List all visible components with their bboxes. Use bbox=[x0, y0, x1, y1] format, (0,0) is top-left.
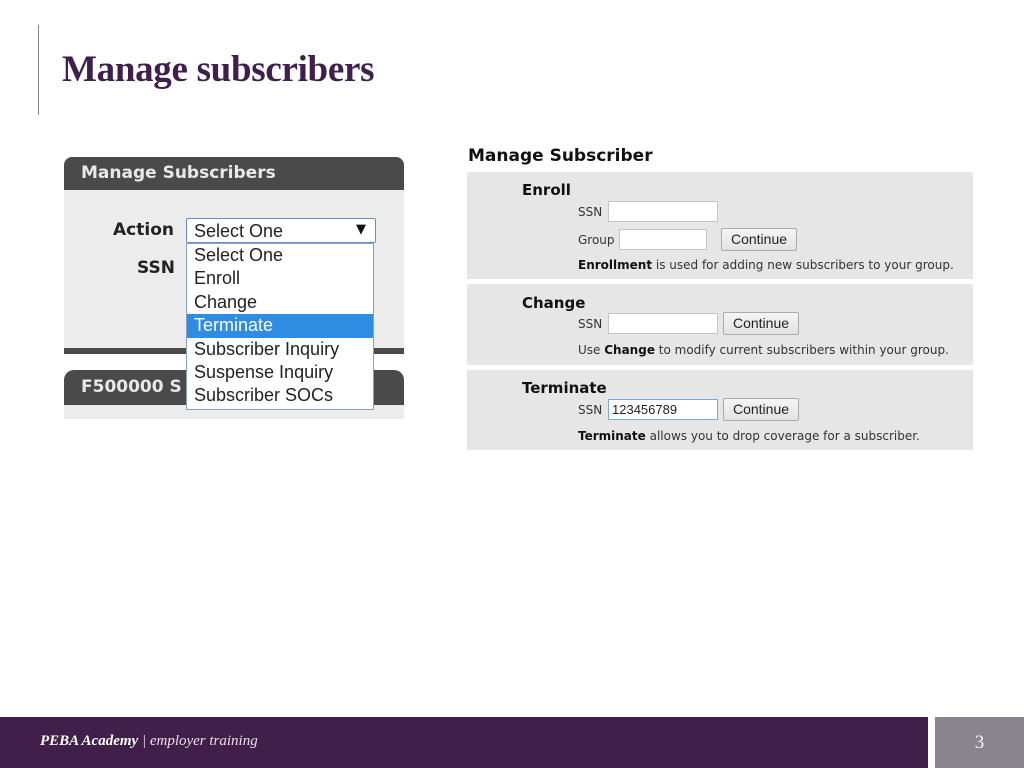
page-number-box: 3 bbox=[935, 717, 1024, 768]
page-number: 3 bbox=[974, 732, 985, 753]
terminate-desc-text: allows you to drop coverage for a subscr… bbox=[645, 429, 920, 443]
terminate-section: Terminate SSN 123456789 Continue Termina… bbox=[467, 370, 973, 450]
change-continue-button[interactable]: Continue bbox=[723, 312, 799, 335]
change-heading: Change bbox=[522, 294, 586, 312]
footer-tagline: employer training bbox=[149, 733, 258, 749]
option-terminate[interactable]: Terminate bbox=[187, 314, 373, 338]
option-subscriber-inquiry[interactable]: Subscriber Inquiry bbox=[187, 338, 373, 361]
terminate-ssn-input[interactable]: 123456789 bbox=[608, 399, 718, 420]
enroll-group-label: Group bbox=[578, 233, 615, 247]
slide-title: Manage subscribers bbox=[62, 49, 375, 90]
slide-footer: PEBA Academy | employer training bbox=[0, 717, 928, 768]
footer-branding: PEBA Academy | employer training bbox=[40, 733, 258, 750]
manage-subscriber-title: Manage Subscriber bbox=[468, 146, 653, 166]
terminate-description: Terminate allows you to drop coverage fo… bbox=[578, 429, 920, 443]
terminate-ssn-label: SSN bbox=[578, 403, 603, 417]
manage-subscribers-panel: Manage Subscribers F500000 S Action SSN … bbox=[64, 157, 404, 419]
change-ssn-label: SSN bbox=[578, 317, 603, 331]
footer-separator: | bbox=[138, 733, 150, 749]
second-panel-title: F500000 S bbox=[81, 377, 182, 397]
action-select[interactable]: Select One ▼ bbox=[186, 218, 376, 243]
ssn-label: SSN bbox=[137, 258, 175, 278]
action-select-value: Select One bbox=[194, 221, 284, 241]
change-section: Change SSN Continue Use Change to modify… bbox=[467, 284, 973, 365]
enroll-description: Enrollment is used for adding new subscr… bbox=[578, 258, 954, 272]
terminate-desc-bold: Terminate bbox=[578, 429, 646, 443]
panel-header-title: Manage Subscribers bbox=[81, 163, 276, 183]
enroll-ssn-label: SSN bbox=[578, 205, 603, 219]
action-label: Action bbox=[113, 220, 174, 240]
action-dropdown-list: Select One Enroll Change Terminate Subsc… bbox=[186, 243, 374, 410]
footer-brand: PEBA Academy bbox=[40, 733, 139, 749]
change-description: Use Change to modify current subscribers… bbox=[578, 343, 949, 357]
option-change[interactable]: Change bbox=[187, 291, 373, 314]
change-desc-text: to modify current subscribers within you… bbox=[654, 343, 949, 357]
change-ssn-input[interactable] bbox=[608, 313, 718, 334]
enroll-section: Enroll SSN Group Continue Enrollment is … bbox=[467, 172, 973, 279]
enroll-heading: Enroll bbox=[522, 181, 571, 199]
enroll-continue-button[interactable]: Continue bbox=[721, 228, 797, 251]
terminate-heading: Terminate bbox=[522, 379, 607, 397]
enroll-group-input[interactable] bbox=[619, 229, 707, 250]
enroll-desc-text: is used for adding new subscribers to yo… bbox=[652, 258, 954, 272]
title-divider bbox=[38, 25, 39, 115]
option-enroll[interactable]: Enroll bbox=[187, 267, 373, 290]
dropdown-arrow-icon[interactable]: ▼ bbox=[356, 222, 366, 237]
panel-header: Manage Subscribers bbox=[64, 157, 404, 190]
option-subscriber-socs[interactable]: Subscriber SOCs bbox=[187, 384, 373, 407]
terminate-continue-button[interactable]: Continue bbox=[723, 398, 799, 421]
option-select-one[interactable]: Select One bbox=[187, 244, 373, 267]
enroll-ssn-input[interactable] bbox=[608, 201, 718, 222]
option-suspense-inquiry[interactable]: Suspense Inquiry bbox=[187, 361, 373, 384]
change-desc-bold: Change bbox=[604, 343, 655, 357]
enroll-desc-bold: Enrollment bbox=[578, 258, 653, 272]
change-desc-pre: Use bbox=[578, 343, 605, 357]
